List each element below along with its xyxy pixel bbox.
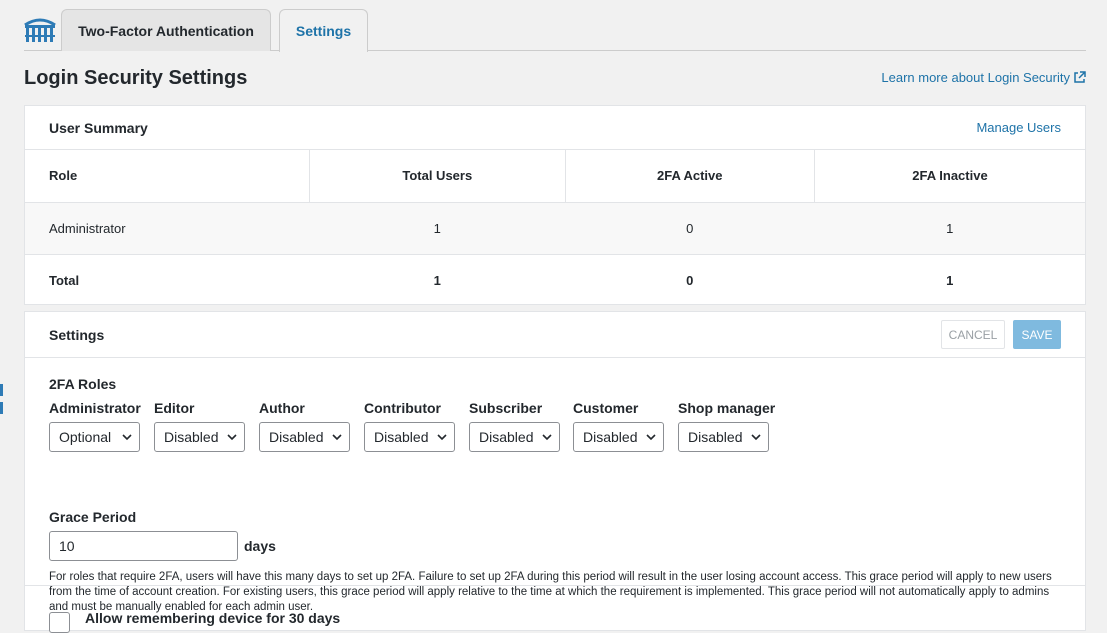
learn-more-label: Learn more about Login Security — [881, 70, 1070, 85]
settings-panel: Settings CANCEL SAVE 2FA Roles Administr… — [24, 311, 1086, 633]
tab-settings[interactable]: Settings — [279, 9, 368, 52]
learn-more-link[interactable]: Learn more about Login Security — [881, 70, 1086, 85]
remember-device-row: Allow remembering device for 30 days — [49, 602, 340, 633]
role-name: Customer — [573, 400, 639, 416]
user-summary-header: User Summary Manage Users — [25, 106, 1085, 150]
role-contributor: Contributor Disabled — [364, 400, 469, 452]
remember-device-label: Allow remembering device for 30 days — [85, 609, 341, 626]
role-name: Author — [259, 400, 305, 416]
role-name: Contributor — [364, 400, 441, 416]
table-header-row: Role Total Users 2FA Active 2FA Inactive — [25, 150, 1085, 203]
select-value: Disabled — [583, 429, 638, 445]
total-row: Total 1 0 1 — [25, 254, 1085, 306]
inactive-cell: 1 — [814, 202, 1085, 255]
role-cell: Administrator — [25, 202, 310, 255]
inactive-total-cell: 1 — [946, 272, 954, 288]
chevron-down-icon — [332, 434, 342, 441]
role-shop-manager-select[interactable]: Disabled — [678, 422, 769, 452]
role-subscriber-select[interactable]: Disabled — [469, 422, 560, 452]
column-header-2fa-active: 2FA Active — [564, 150, 815, 203]
column-header-total-users: Total Users — [309, 150, 566, 203]
select-value: Optional — [59, 429, 112, 445]
active-cell: 0 — [565, 202, 815, 255]
user-summary-panel: User Summary Manage Users Role Total Use… — [24, 105, 1086, 305]
divider — [25, 585, 1085, 586]
user-summary-table: Role Total Users 2FA Active 2FA Inactive… — [25, 150, 1085, 306]
select-value: Disabled — [269, 429, 324, 445]
user-summary-title: User Summary — [49, 119, 148, 136]
total-users-total-cell: 1 — [433, 272, 441, 288]
select-value: Disabled — [164, 429, 219, 445]
chevron-down-icon — [646, 434, 656, 441]
2fa-roles-list: Administrator Optional Editor Disabled A… — [49, 400, 783, 452]
chevron-down-icon — [227, 434, 237, 441]
role-name: Administrator — [49, 400, 141, 416]
manage-users-link[interactable]: Manage Users — [976, 120, 1061, 135]
admin-menu-edge — [0, 384, 3, 422]
role-editor: Editor Disabled — [154, 400, 259, 452]
chevron-down-icon — [751, 434, 761, 441]
role-contributor-select[interactable]: Disabled — [364, 422, 455, 452]
total-label-cell: Total — [49, 272, 80, 288]
chevron-down-icon — [542, 434, 552, 441]
grace-period-unit: days — [244, 538, 276, 554]
select-value: Disabled — [374, 429, 429, 445]
grace-period-input[interactable] — [49, 531, 238, 561]
role-author: Author Disabled — [259, 400, 364, 452]
role-customer-select[interactable]: Disabled — [573, 422, 664, 452]
wordfence-logo-icon — [24, 18, 56, 42]
select-value: Disabled — [688, 429, 743, 445]
settings-header: Settings CANCEL SAVE — [25, 312, 1085, 358]
save-button[interactable]: SAVE — [1013, 320, 1061, 349]
role-author-select[interactable]: Disabled — [259, 422, 350, 452]
role-shop-manager: Shop manager Disabled — [678, 400, 783, 452]
select-value: Disabled — [479, 429, 534, 445]
2fa-roles-label: 2FA Roles — [49, 376, 117, 392]
grace-period-row: days — [49, 531, 276, 561]
column-header-2fa-inactive: 2FA Inactive — [814, 150, 1085, 203]
role-customer: Customer Disabled — [573, 400, 678, 452]
cancel-button[interactable]: CANCEL — [941, 320, 1005, 349]
tab-bar: Two-Factor Authentication Settings — [24, 0, 1086, 52]
settings-actions: CANCEL SAVE — [941, 320, 1061, 349]
chevron-down-icon — [122, 434, 132, 441]
role-name: Editor — [154, 400, 195, 416]
page-wrapper: Two-Factor Authentication Settings Login… — [24, 0, 1086, 633]
active-total-cell: 0 — [686, 272, 694, 288]
role-administrator-select[interactable]: Optional — [49, 422, 140, 452]
tab-two-factor-authentication[interactable]: Two-Factor Authentication — [61, 9, 271, 51]
settings-title: Settings — [49, 326, 105, 343]
column-header-role: Role — [25, 150, 310, 203]
chevron-down-icon — [437, 434, 447, 441]
role-name: Shop manager — [678, 400, 776, 416]
grace-period-label: Grace Period — [49, 509, 137, 525]
page-title: Login Security Settings — [24, 67, 248, 89]
role-editor-select[interactable]: Disabled — [154, 422, 245, 452]
role-subscriber: Subscriber Disabled — [469, 400, 573, 452]
role-name: Subscriber — [469, 400, 543, 416]
title-row: Login Security Settings Learn more about… — [24, 51, 1086, 105]
external-link-icon — [1074, 71, 1086, 83]
remember-device-checkbox[interactable] — [49, 612, 70, 633]
table-row: Administrator 1 0 1 — [25, 202, 1085, 255]
total-users-cell: 1 — [309, 202, 566, 255]
role-administrator: Administrator Optional — [49, 400, 154, 452]
